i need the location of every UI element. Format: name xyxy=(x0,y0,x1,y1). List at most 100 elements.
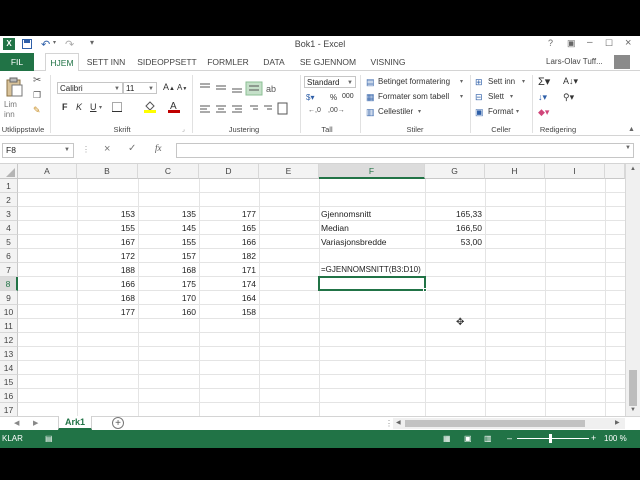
tab-file[interactable]: FIL xyxy=(0,53,34,71)
row-header[interactable]: 12 xyxy=(0,333,18,347)
row-header[interactable]: 7 xyxy=(0,263,18,277)
cell-c3[interactable]: 135 xyxy=(138,207,199,221)
cell-styles-button[interactable]: Cellestiler xyxy=(378,107,413,116)
fill-icon[interactable]: ↓▾ xyxy=(538,92,547,103)
cell-f7[interactable]: =GJENNOMSNITT(B3:D10) xyxy=(319,263,459,277)
scroll-right-icon[interactable]: ▶ xyxy=(615,419,620,426)
maximize-icon[interactable]: ☐ xyxy=(605,38,613,49)
column-header[interactable]: C xyxy=(138,164,199,179)
scroll-left-icon[interactable]: ◀ xyxy=(396,419,401,426)
chevron-down-icon[interactable]: ▾ xyxy=(522,78,525,85)
delete-cells-button[interactable]: Slett xyxy=(488,92,504,101)
row-header-selected[interactable]: 8 xyxy=(0,277,18,291)
redo-icon[interactable]: ↷ xyxy=(65,38,77,51)
cell-c9[interactable]: 170 xyxy=(138,291,199,305)
page-break-view-icon[interactable]: ▥ xyxy=(484,434,492,443)
cell-c4[interactable]: 145 xyxy=(138,221,199,235)
collapse-ribbon-icon[interactable]: ▲ xyxy=(628,126,635,133)
formula-input[interactable] xyxy=(176,143,634,158)
select-all-corner[interactable] xyxy=(0,164,18,179)
save-icon[interactable] xyxy=(22,39,32,49)
column-header[interactable]: E xyxy=(259,164,319,179)
row-header[interactable]: 10 xyxy=(0,305,18,319)
page-layout-view-icon[interactable]: ▣ xyxy=(464,434,472,443)
insert-cells-button[interactable]: Sett inn xyxy=(488,77,515,86)
cell-b8[interactable]: 166 xyxy=(77,277,138,291)
cell-d10[interactable]: 158 xyxy=(199,305,259,319)
undo-dropdown-icon[interactable]: ▾ xyxy=(53,39,56,46)
cell-d8[interactable]: 174 xyxy=(199,277,259,291)
copy-icon[interactable]: ❐ xyxy=(33,90,41,101)
horizontal-scrollbar[interactable]: ◀ ▶ xyxy=(393,418,625,429)
decrease-decimal-icon[interactable]: ,00→ xyxy=(328,107,345,114)
format-as-table-button[interactable]: Formater som tabell xyxy=(378,92,449,101)
column-header[interactable]: A xyxy=(18,164,77,179)
zoom-level[interactable]: 100 % xyxy=(604,434,627,443)
cell-c8[interactable]: 175 xyxy=(138,277,199,291)
row-header[interactable]: 5 xyxy=(0,235,18,249)
row-header[interactable]: 6 xyxy=(0,249,18,263)
italic-button[interactable]: K xyxy=(76,102,82,112)
format-painter-icon[interactable]: ✎ xyxy=(33,105,41,116)
cell-d5[interactable]: 166 xyxy=(199,235,259,249)
user-name[interactable]: Lars-Olav Tuff... xyxy=(546,57,603,66)
increase-decimal-icon[interactable]: ←,0 xyxy=(308,107,321,114)
prev-sheet-icon[interactable]: ◀ xyxy=(14,419,19,427)
row-header[interactable]: 14 xyxy=(0,361,18,375)
cell-c6[interactable]: 157 xyxy=(138,249,199,263)
zoom-slider-thumb[interactable] xyxy=(549,434,552,443)
number-format-select[interactable]: Standard ▼ xyxy=(304,76,356,88)
minimize-icon[interactable]: – xyxy=(587,37,593,48)
chevron-down-icon[interactable]: ▾ xyxy=(510,93,513,100)
cell-b10[interactable]: 177 xyxy=(77,305,138,319)
font-dialog-launcher-icon[interactable]: ⌟ xyxy=(182,126,185,133)
cell-b9[interactable]: 168 xyxy=(77,291,138,305)
cancel-entry-icon[interactable]: × xyxy=(104,143,110,155)
column-header-selected[interactable]: F xyxy=(319,164,425,179)
chevron-down-icon[interactable]: ▾ xyxy=(418,108,421,115)
row-header[interactable]: 2 xyxy=(0,193,18,207)
cell-c10[interactable]: 160 xyxy=(138,305,199,319)
active-cell-f8[interactable] xyxy=(318,276,426,291)
chevron-down-icon[interactable]: ▾ xyxy=(460,93,463,100)
row-header[interactable]: 3 xyxy=(0,207,18,221)
customize-qat-icon[interactable]: ▾ xyxy=(90,38,94,47)
vertical-scrollbar[interactable]: ▲ ▼ xyxy=(625,164,640,416)
currency-format-icon[interactable]: $▾ xyxy=(306,93,314,102)
zoom-in-icon[interactable]: + xyxy=(591,433,596,443)
zoom-out-icon[interactable]: – xyxy=(507,433,512,443)
macro-record-icon[interactable]: ▤ xyxy=(45,434,53,443)
row-header[interactable]: 1 xyxy=(0,179,18,193)
bold-button[interactable]: F xyxy=(62,102,68,112)
cell-d9[interactable]: 164 xyxy=(199,291,259,305)
cell-d4[interactable]: 165 xyxy=(199,221,259,235)
fill-color-icon[interactable] xyxy=(144,101,156,113)
cell-b7[interactable]: 188 xyxy=(77,263,138,277)
cell-g4[interactable]: 166,50 xyxy=(425,221,485,235)
expand-formula-bar-icon[interactable]: ▼ xyxy=(625,145,631,151)
normal-view-icon[interactable]: ▦ xyxy=(443,434,451,443)
tab-review[interactable]: SE GJENNOM xyxy=(297,53,359,71)
chevron-down-icon[interactable]: ▾ xyxy=(516,108,519,115)
cell-g5[interactable]: 53,00 xyxy=(425,235,485,249)
column-header[interactable]: B xyxy=(77,164,138,179)
font-name-select[interactable]: Calibri ▼ xyxy=(57,82,123,94)
cell-b4[interactable]: 155 xyxy=(77,221,138,235)
tab-data[interactable]: DATA xyxy=(258,53,290,71)
undo-icon[interactable]: ↶ xyxy=(41,38,53,51)
cell-d3[interactable]: 177 xyxy=(199,207,259,221)
row-header[interactable]: 15 xyxy=(0,375,18,389)
cell-f4[interactable]: Median xyxy=(319,221,425,235)
help-icon[interactable]: ? xyxy=(548,38,553,48)
fill-handle[interactable] xyxy=(423,288,427,292)
next-sheet-icon[interactable]: ▶ xyxy=(33,419,38,427)
percent-button[interactable]: % xyxy=(330,93,337,102)
format-cells-button[interactable]: Format xyxy=(488,107,513,116)
cell-d7[interactable]: 171 xyxy=(199,263,259,277)
thousands-button[interactable]: 000 xyxy=(342,93,354,100)
cell-f5[interactable]: Variasjonsbredde xyxy=(319,235,425,249)
column-header[interactable]: G xyxy=(425,164,485,179)
row-header[interactable]: 16 xyxy=(0,389,18,403)
worksheet-grid[interactable]: A B C D E F G H I 1 2 3 4 5 6 7 8 9 10 1… xyxy=(0,164,640,417)
ribbon-display-icon[interactable]: ▣ xyxy=(567,38,576,49)
